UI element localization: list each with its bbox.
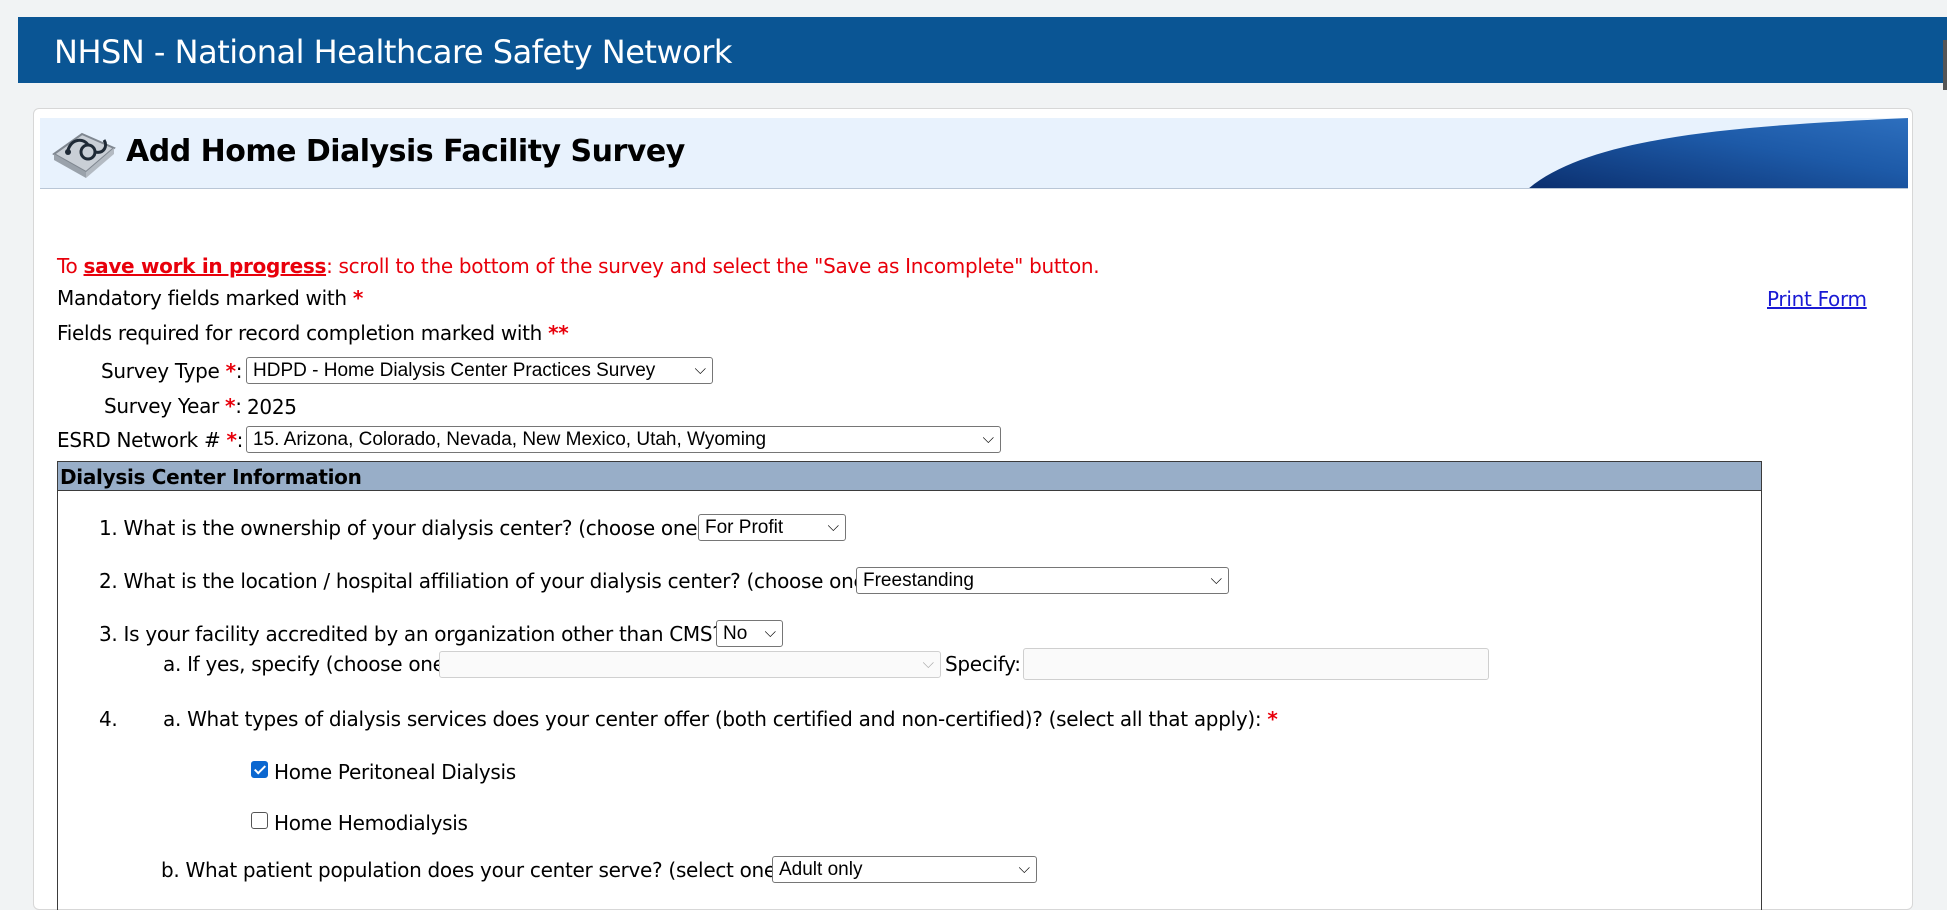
question-2-text: 2. What is the location / hospital affil… xyxy=(99,569,873,593)
esrd-network-label: ESRD Network # *: xyxy=(57,428,244,452)
question-4a-text: a. What types of dialysis services does … xyxy=(163,707,1262,731)
accrediting-org-select[interactable]: ⌵ xyxy=(439,651,941,678)
esrd-network-value: 15. Arizona, Colorado, Nevada, New Mexic… xyxy=(253,429,767,450)
question-4-number: 4. xyxy=(99,707,118,731)
required-star: * xyxy=(226,428,237,452)
home-peritoneal-dialysis-checkbox[interactable] xyxy=(251,761,268,778)
question-4b-text: b. What patient population does your cen… xyxy=(161,858,784,882)
ownership-value: For Profit xyxy=(705,517,784,538)
accreditation-select[interactable]: No ⌵ xyxy=(716,620,783,647)
print-form-link[interactable]: Print Form xyxy=(1767,287,1867,311)
chevron-down-icon: ⌵ xyxy=(764,624,776,641)
specify-input[interactable] xyxy=(1023,648,1489,680)
location-affiliation-select[interactable]: Freestanding ⌵ xyxy=(856,567,1229,594)
completion-legend-text: Fields required for record completion ma… xyxy=(57,321,543,345)
esrd-network-select[interactable]: 15. Arizona, Colorado, Nevada, New Mexic… xyxy=(246,426,1001,453)
required-star: * xyxy=(225,359,236,383)
accreditation-value: No xyxy=(723,623,748,644)
section-header: Dialysis Center Information xyxy=(58,462,1761,491)
required-star: * xyxy=(225,394,236,418)
banner-swoosh xyxy=(1529,118,1908,188)
chevron-down-icon: ⌵ xyxy=(694,361,706,378)
esrd-network-label-text: ESRD Network # xyxy=(57,428,227,452)
question-3: 3. Is your facility accredited by an org… xyxy=(99,622,739,646)
page-title: Add Home Dialysis Facility Survey xyxy=(126,134,685,169)
patient-population-select[interactable]: Adult only ⌵ xyxy=(772,856,1037,883)
survey-year-value: 2025 xyxy=(247,395,297,419)
survey-type-select[interactable]: HDPD - Home Dialysis Center Practices Su… xyxy=(246,357,713,384)
survey-year-label: Survey Year *: xyxy=(104,394,242,418)
stethoscope-icon xyxy=(52,132,116,178)
save-notice: To save work in progress: scroll to the … xyxy=(57,254,1100,278)
question-4a: a. What types of dialysis services does … xyxy=(163,707,1278,731)
save-notice-suffix: : scroll to the bottom of the survey and… xyxy=(326,254,1100,278)
question-1-text: 1. What is the ownership of your dialysi… xyxy=(99,516,705,540)
patient-population-value: Adult only xyxy=(779,859,863,880)
completion-star: ** xyxy=(548,321,569,345)
specify-label: Specify: xyxy=(945,652,1021,676)
survey-type-value: HDPD - Home Dialysis Center Practices Su… xyxy=(253,360,656,381)
question-4b: b. What patient population does your cen… xyxy=(161,858,800,882)
mandatory-legend: Mandatory fields marked with * xyxy=(57,286,363,310)
question-3a: a. If yes, specify (choose one): xyxy=(163,652,459,676)
question-3-text: 3. Is your facility accredited by an org… xyxy=(99,622,723,646)
chevron-down-icon: ⌵ xyxy=(827,518,839,535)
app-title: NHSN - National Healthcare Safety Networ… xyxy=(54,33,732,71)
save-notice-prefix: To xyxy=(57,254,84,278)
mandatory-legend-text: Mandatory fields marked with xyxy=(57,286,347,310)
chevron-down-icon: ⌵ xyxy=(982,430,994,447)
home-hemodialysis-label: Home Hemodialysis xyxy=(274,811,468,835)
required-star: * xyxy=(352,286,364,310)
survey-year-label-text: Survey Year xyxy=(104,394,226,418)
question-1: 1. What is the ownership of your dialysi… xyxy=(99,516,727,540)
survey-type-label-text: Survey Type xyxy=(101,359,226,383)
location-affiliation-value: Freestanding xyxy=(863,570,974,591)
home-hemodialysis-checkbox[interactable] xyxy=(251,812,268,829)
completion-legend: Fields required for record completion ma… xyxy=(57,321,569,345)
chevron-down-icon: ⌵ xyxy=(1018,860,1030,877)
survey-type-label: Survey Type *: xyxy=(101,359,243,383)
chevron-down-icon: ⌵ xyxy=(922,655,934,672)
page-banner: Add Home Dialysis Facility Survey xyxy=(40,118,1908,189)
required-star: * xyxy=(1267,707,1278,731)
home-peritoneal-dialysis-label: Home Peritoneal Dialysis xyxy=(274,760,516,784)
question-2: 2. What is the location / hospital affil… xyxy=(99,569,890,593)
chevron-down-icon: ⌵ xyxy=(1210,571,1222,588)
ownership-select[interactable]: For Profit ⌵ xyxy=(698,514,846,541)
save-work-link[interactable]: save work in progress xyxy=(84,254,327,278)
scrollbar-thumb[interactable] xyxy=(1943,40,1947,90)
app-header: NHSN - National Healthcare Safety Networ… xyxy=(18,17,1947,83)
